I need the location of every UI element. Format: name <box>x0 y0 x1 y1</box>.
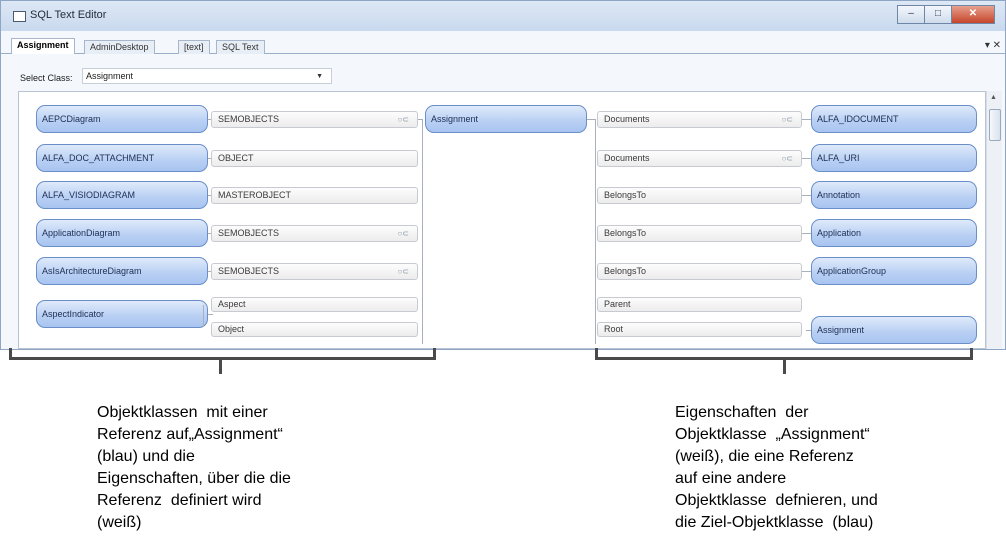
window-controls: ‒ □ ✕ <box>897 5 995 24</box>
property-node[interactable]: Parent <box>597 297 802 312</box>
sql-text-editor-window: SQL Text Editor ‒ □ ✕ Assignment AdminDe… <box>0 0 1006 350</box>
tab-admindesktop[interactable]: AdminDesktop <box>84 40 155 54</box>
select-class-value: Assignment <box>86 71 134 81</box>
select-class-dropdown[interactable]: Assignment ▼ <box>82 68 332 84</box>
tab-strip: Assignment AdminDesktop [text] SQL Text … <box>1 31 1005 54</box>
connector-line <box>802 119 811 120</box>
right-bracket-stem <box>783 360 786 374</box>
class-node[interactable]: Application <box>811 219 977 247</box>
property-node[interactable]: Root <box>597 322 802 337</box>
class-diagram-canvas: AEPCDiagram ALFA_DOC_ATTACHMENT ALFA_VIS… <box>18 91 986 349</box>
select-class-label: Select Class: <box>20 73 73 83</box>
connector-line <box>595 119 596 344</box>
annotation-right: Eigenschaften der Objektklasse „Assignme… <box>675 404 878 531</box>
right-bracket <box>595 348 973 360</box>
close-button[interactable]: ✕ <box>951 5 995 24</box>
connector-line <box>802 233 811 234</box>
tab-sql-text[interactable]: SQL Text <box>216 40 265 54</box>
class-node[interactable]: AsIsArchitectureDiagram <box>36 257 208 285</box>
left-bracket-stem <box>219 360 222 374</box>
class-node[interactable]: ApplicationDiagram <box>36 219 208 247</box>
annotation-left: Objektklassen mit einer Referenz auf„Ass… <box>97 404 291 531</box>
tab-text[interactable]: [text] <box>178 40 210 54</box>
collection-icon: ○⊂ <box>397 115 409 124</box>
class-node[interactable]: ALFA_IDOCUMENT <box>811 105 977 133</box>
property-node[interactable]: BelongsTo <box>597 263 802 280</box>
collection-icon: ○⊂ <box>781 154 793 163</box>
title-bar: SQL Text Editor ‒ □ ✕ <box>1 1 1005 31</box>
window-title: SQL Text Editor <box>30 9 107 21</box>
chevron-down-icon: ▼ <box>316 73 323 80</box>
connector-line <box>802 195 811 196</box>
class-node[interactable]: Assignment <box>811 316 977 344</box>
property-node[interactable]: Aspect <box>211 297 418 312</box>
property-node[interactable]: OBJECT <box>211 150 418 167</box>
collection-icon: ○⊂ <box>397 229 409 238</box>
tab-close-controls[interactable]: ▾ ✕ <box>985 40 1001 51</box>
connector-line <box>208 314 213 315</box>
class-node[interactable]: ApplicationGroup <box>811 257 977 285</box>
connector-line <box>203 305 204 327</box>
tab-assignment[interactable]: Assignment <box>11 38 75 54</box>
property-node[interactable]: MASTEROBJECT <box>211 187 418 204</box>
connector-line <box>802 271 811 272</box>
connector-line <box>422 119 423 344</box>
minimize-button[interactable]: ‒ <box>897 5 924 24</box>
property-node[interactable]: SEMOBJECTS ○⊂ <box>211 111 418 128</box>
property-node[interactable]: Documents ○⊂ <box>597 150 802 167</box>
class-node[interactable]: ALFA_URI <box>811 144 977 172</box>
class-node[interactable]: AEPCDiagram <box>36 105 208 133</box>
window-icon <box>13 11 26 22</box>
property-node[interactable]: BelongsTo <box>597 187 802 204</box>
scroll-up-icon[interactable]: ▲ <box>990 94 997 101</box>
property-node[interactable]: SEMOBJECTS ○⊂ <box>211 225 418 242</box>
collection-icon: ○⊂ <box>397 267 409 276</box>
maximize-button[interactable]: □ <box>924 5 951 24</box>
vertical-scrollbar[interactable]: ▲ <box>986 91 1002 349</box>
center-class-node[interactable]: Assignment <box>425 105 587 133</box>
collection-icon: ○⊂ <box>781 115 793 124</box>
class-node[interactable]: Annotation <box>811 181 977 209</box>
class-node[interactable]: AspectIndicator <box>36 300 208 328</box>
property-node[interactable]: SEMOBJECTS ○⊂ <box>211 263 418 280</box>
scrollbar-thumb[interactable] <box>989 109 1001 141</box>
connector-line <box>802 158 811 159</box>
left-bracket <box>9 348 436 360</box>
property-node[interactable]: BelongsTo <box>597 225 802 242</box>
class-node[interactable]: ALFA_VISIODIAGRAM <box>36 181 208 209</box>
property-node[interactable]: Object <box>211 322 418 337</box>
class-node[interactable]: ALFA_DOC_ATTACHMENT <box>36 144 208 172</box>
property-node[interactable]: Documents ○⊂ <box>597 111 802 128</box>
